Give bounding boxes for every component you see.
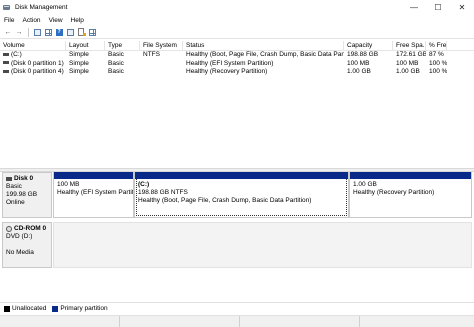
- volume-list-header: Volume Layout Type File System Status Ca…: [0, 41, 474, 51]
- cell-volume: (Disk 0 partition 4): [0, 68, 66, 77]
- status-segment: [240, 316, 360, 327]
- maximize-button[interactable]: ☐: [426, 0, 450, 14]
- toolbar-separator: [28, 27, 29, 37]
- rescan-icon[interactable]: [65, 27, 75, 37]
- partition-status: Healthy (EFI System Partitio: [57, 189, 134, 196]
- partition-efi[interactable]: 100 MB Healthy (EFI System Partitio: [53, 172, 134, 218]
- cell-free-space: 100 MB: [396, 59, 419, 67]
- cdrom-0-label[interactable]: CD-ROM 0 DVD (D:) No Media: [2, 222, 52, 268]
- partition-size: 1.00 GB: [353, 181, 377, 188]
- settings-icon[interactable]: [76, 27, 86, 37]
- menu-view[interactable]: View: [45, 17, 67, 24]
- cell-percent-free: 87 %: [429, 51, 444, 58]
- table-row[interactable]: (C:) Simple Basic NTFS Healthy (Boot, Pa…: [0, 51, 474, 60]
- refresh-icon[interactable]: [87, 27, 97, 37]
- cell-volume: (Disk 0 partition 1): [0, 60, 66, 69]
- cell-free-space: 1.00 GB: [396, 68, 420, 75]
- column-type[interactable]: Type: [105, 41, 140, 51]
- cell-layout: Simple: [69, 51, 89, 58]
- column-file-system[interactable]: File System: [140, 41, 183, 51]
- legend-unallocated: Unallocated: [12, 305, 47, 312]
- minimize-button[interactable]: —: [402, 0, 426, 14]
- partition-size: 100 MB: [57, 181, 80, 188]
- partition-c[interactable]: (C:) 198.88 GB NTFS Healthy (Boot, Page …: [134, 172, 349, 218]
- cdrom-0-state: No Media: [6, 249, 34, 256]
- cell-capacity: 1.00 GB: [347, 68, 371, 75]
- disk-graphical-view: Disk 0 Basic 199.98 GB Online 100 MB Hea…: [0, 172, 474, 300]
- table-row[interactable]: (Disk 0 partition 1) Simple Basic Health…: [0, 60, 474, 69]
- properties-icon[interactable]: [43, 27, 53, 37]
- cdrom-0-area: [53, 222, 472, 268]
- volume-list[interactable]: Volume Layout Type File System Status Ca…: [0, 41, 474, 168]
- cell-layout: Simple: [69, 68, 89, 75]
- volume-icon: [3, 61, 9, 65]
- cell-capacity: 100 MB: [347, 59, 370, 67]
- cell-type: Basic: [108, 51, 124, 58]
- cell-status: Healthy (Recovery Partition): [186, 68, 268, 75]
- primary-partition-swatch: [52, 305, 59, 312]
- table-row[interactable]: (Disk 0 partition 4) Simple Basic Health…: [0, 68, 474, 77]
- close-button[interactable]: ✕: [450, 0, 474, 14]
- cell-type: Basic: [108, 68, 124, 75]
- volume-icon: [3, 69, 9, 73]
- column-volume[interactable]: Volume: [0, 41, 66, 51]
- cell-percent-free: 100 %: [429, 68, 447, 75]
- disk-0-label[interactable]: Disk 0 Basic 199.98 GB Online: [2, 172, 52, 218]
- cdrom-0-row: CD-ROM 0 DVD (D:) No Media: [0, 222, 474, 270]
- disk-0-row: Disk 0 Basic 199.98 GB Online 100 MB Hea…: [0, 172, 474, 220]
- cdrom-0-name: CD-ROM 0: [6, 225, 48, 233]
- forward-icon[interactable]: →: [14, 27, 24, 37]
- disk-0-name: Disk 0: [6, 175, 48, 183]
- cell-percent-free: 100 %: [429, 59, 447, 67]
- partition-status: Healthy (Recovery Partition): [353, 189, 435, 196]
- disk-icon: [6, 177, 12, 181]
- column-status[interactable]: Status: [183, 41, 344, 51]
- help-icon[interactable]: ?: [54, 27, 64, 37]
- partition-name: (C:): [138, 181, 150, 188]
- legend: Unallocated Primary partition: [0, 302, 474, 314]
- cell-type: Basic: [108, 59, 124, 67]
- cell-volume: (C:): [0, 51, 66, 60]
- disk-0-type: Basic: [6, 183, 22, 190]
- partition-recovery[interactable]: 1.00 GB Healthy (Recovery Partition): [349, 172, 472, 218]
- menu-bar: File Action View Help: [0, 15, 474, 26]
- status-segment: [120, 316, 240, 327]
- menu-file[interactable]: File: [0, 17, 18, 24]
- cell-free-space: 172.61 GB: [396, 51, 426, 58]
- column-capacity[interactable]: Capacity: [344, 41, 393, 51]
- toolbar: ← → ?: [0, 26, 474, 39]
- cell-file-system: [140, 68, 183, 77]
- menu-help[interactable]: Help: [67, 17, 88, 24]
- cell-status: Healthy (Boot, Page File, Crash Dump, Ba…: [186, 51, 344, 58]
- back-icon[interactable]: ←: [3, 27, 13, 37]
- disk-0-partitions: 100 MB Healthy (EFI System Partitio (C:)…: [53, 172, 472, 218]
- partition-size: 198.88 GB NTFS: [138, 189, 188, 196]
- status-segment: [0, 316, 120, 327]
- console-tree-icon[interactable]: [32, 27, 42, 37]
- column-percent-free[interactable]: % Free: [426, 41, 447, 51]
- cell-file-system: NTFS: [143, 51, 160, 58]
- cd-rom-icon: [6, 226, 12, 232]
- cdrom-0-type: DVD (D:): [6, 233, 33, 240]
- partition-status: Healthy (Boot, Page File, Crash Dump, Ba…: [138, 197, 312, 204]
- cell-layout: Simple: [69, 59, 89, 67]
- cell-capacity: 198.88 GB: [347, 51, 379, 58]
- disk-0-state: Online: [6, 199, 25, 206]
- window-controls: — ☐ ✕: [402, 0, 474, 14]
- status-bar: [0, 315, 474, 327]
- menu-action[interactable]: Action: [18, 17, 44, 24]
- cell-status: Healthy (EFI System Partition): [186, 59, 274, 67]
- volume-icon: [3, 52, 9, 56]
- disk-0-size: 199.98 GB: [6, 191, 38, 198]
- column-layout[interactable]: Layout: [66, 41, 105, 51]
- window-title: Disk Management: [15, 3, 68, 11]
- disk-management-icon: [3, 3, 11, 11]
- title-bar: Disk Management — ☐ ✕: [0, 0, 474, 14]
- column-free-space[interactable]: Free Spa...: [393, 41, 426, 51]
- unallocated-swatch: [4, 305, 10, 312]
- cell-file-system: [140, 60, 183, 69]
- legend-primary-partition: Primary partition: [60, 305, 108, 312]
